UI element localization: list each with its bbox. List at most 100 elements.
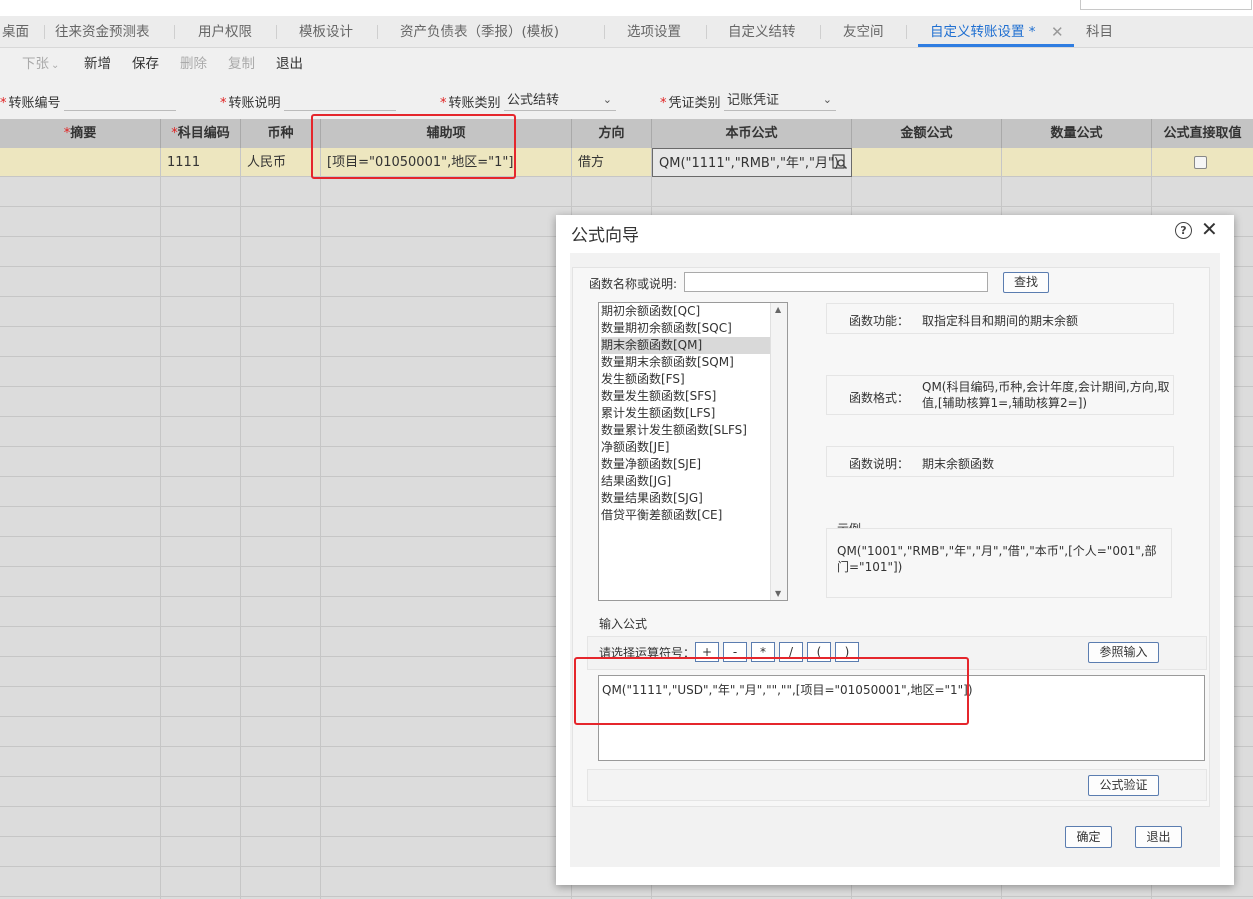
tab-friend-space[interactable]: 友空间 xyxy=(843,16,884,47)
voucher-type-text: 凭证类别 xyxy=(668,96,721,111)
transfer-desc-text: 转账说明 xyxy=(228,96,281,111)
list-item[interactable]: 发生额函数[FS] xyxy=(601,371,771,388)
close-icon[interactable]: ✕ xyxy=(1201,217,1218,241)
transfer-no-input[interactable] xyxy=(64,92,176,111)
ok-button[interactable]: 确定 xyxy=(1065,826,1112,848)
col-summary-label: 摘要 xyxy=(70,126,97,141)
active-tab-indicator xyxy=(918,44,1074,47)
transfer-no-label: * 转账编号 xyxy=(0,92,61,111)
transfer-desc-input[interactable] xyxy=(284,92,396,111)
local-formula-text: QM("1111","RMB","年","月") xyxy=(659,156,840,171)
dialog-exit-button[interactable]: 退出 xyxy=(1135,826,1182,848)
col-account-code-label: 科目编码 xyxy=(177,126,230,141)
dialog-body: 函数名称或说明: 查找 期初余额函数[QC] 数量期初余额函数[SQC] 期末余… xyxy=(570,253,1220,867)
dialog-title: 公式向导 xyxy=(571,226,639,246)
function-list-scrollbar[interactable]: ▲ ▼ xyxy=(770,303,787,600)
required-mark: * xyxy=(440,96,447,111)
voucher-type-select[interactable]: 记账凭证 ⌄ xyxy=(724,92,836,111)
required-mark: * xyxy=(220,96,227,111)
list-item[interactable]: 数量发生额函数[SFS] xyxy=(601,388,771,405)
scroll-down-icon[interactable]: ▼ xyxy=(775,589,781,598)
next-voucher-label: 下张 xyxy=(22,56,49,72)
example-value: QM("1001","RMB","年","月","借","本币",[个人="00… xyxy=(837,544,1157,574)
reference-input-button[interactable]: 参照输入 xyxy=(1088,642,1159,663)
col-direction: 方向 xyxy=(572,119,652,148)
help-icon[interactable]: ? xyxy=(1175,222,1192,239)
scroll-up-icon[interactable]: ▲ xyxy=(775,305,781,314)
transfer-no-text: 转账编号 xyxy=(8,96,61,111)
highlight-box-aux xyxy=(311,114,516,179)
copy-button[interactable]: 复制 xyxy=(228,48,255,80)
find-button[interactable]: 查找 xyxy=(1003,272,1049,293)
transfer-desc-label: * 转账说明 xyxy=(220,92,281,111)
cell-local-formula[interactable]: QM("1111","RMB","年","月") xyxy=(652,148,852,177)
transfer-type-value: 公式结转 xyxy=(507,93,560,108)
add-button[interactable]: 新增 xyxy=(84,48,111,80)
tab-cashflow-forecast[interactable]: 往来资金预测表 xyxy=(55,16,150,47)
table-row[interactable] xyxy=(0,178,1253,207)
tab-separator xyxy=(706,25,707,39)
cell-summary[interactable] xyxy=(0,148,161,177)
highlight-box-formula xyxy=(574,657,969,725)
col-direct-value: 公式直接取值 xyxy=(1163,126,1242,141)
tab-custom-transfer-settings[interactable]: 自定义转账设置 * xyxy=(930,16,1036,47)
top-strip xyxy=(0,0,1253,16)
function-feature-box: 函数功能： 取指定科目和期间的期末余额 xyxy=(826,303,1174,334)
next-voucher-button[interactable]: 下张 ⌄ xyxy=(22,48,59,82)
function-desc-value: 期末余额函数 xyxy=(922,457,995,471)
function-format-value: QM(科目编码,币种,会计年度,会计期间,方向,取值,[辅助核算1=,辅助核算2… xyxy=(922,380,1170,410)
function-list[interactable]: 期初余额函数[QC] 数量期初余额函数[SQC] 期末余额函数[QM] 数量期末… xyxy=(598,302,788,601)
list-item[interactable]: 数量累计发生额函数[SLFS] xyxy=(601,422,771,439)
list-item[interactable]: 数量净额函数[SJE] xyxy=(601,456,771,473)
validate-formula-button[interactable]: 公式验证 xyxy=(1088,775,1159,796)
list-item[interactable]: 累计发生额函数[LFS] xyxy=(601,405,771,422)
cell-qty-formula[interactable] xyxy=(1002,148,1152,177)
list-item[interactable]: 净额函数[JE] xyxy=(601,439,771,456)
tab-custom-carryover[interactable]: 自定义结转 xyxy=(728,16,796,47)
function-desc-label: 函数说明： xyxy=(849,457,910,471)
chevron-down-icon: ⌄ xyxy=(602,93,612,106)
list-item[interactable]: 数量期初余额函数[SQC] xyxy=(601,320,771,337)
tab-template-design[interactable]: 模板设计 xyxy=(299,16,353,47)
table-row[interactable]: 1111 人民币 [项目="01050001",地区="1"] 借方 QM("1… xyxy=(0,148,1253,177)
delete-button[interactable]: 删除 xyxy=(180,48,207,80)
list-item[interactable]: 结果函数[JG] xyxy=(601,473,771,490)
cell-direction[interactable]: 借方 xyxy=(572,148,652,177)
list-item[interactable]: 期初余额函数[QC] xyxy=(601,303,771,320)
tab-bar: 桌面 往来资金预测表 用户权限 模板设计 资产负债表（季报）(模板) 选项设置 … xyxy=(0,16,1253,48)
tab-accounts[interactable]: 科目 xyxy=(1086,16,1113,47)
direct-value-checkbox[interactable] xyxy=(1194,156,1207,169)
exit-button[interactable]: 退出 xyxy=(276,48,303,80)
save-button[interactable]: 保存 xyxy=(132,48,159,80)
list-item[interactable]: 数量期末余额函数[SQM] xyxy=(601,354,771,371)
tab-separator xyxy=(604,25,605,39)
function-search-input[interactable] xyxy=(684,272,988,292)
top-search-box[interactable] xyxy=(1080,0,1252,10)
cell-account-code[interactable]: 1111 xyxy=(161,148,241,177)
col-qty-formula: 数量公式 xyxy=(1002,119,1152,148)
transfer-header-form: * 转账编号 * 转账说明 * 转账类别 公式结转 ⌄ * 凭证类别 记账凭证 ⌄ xyxy=(0,84,1253,118)
tab-desktop[interactable]: 桌面 xyxy=(2,16,29,47)
chevron-down-icon: ⌄ xyxy=(51,60,60,71)
list-item[interactable]: 借贷平衡差额函数[CE] xyxy=(601,507,771,524)
transfer-type-select[interactable]: 公式结转 ⌄ xyxy=(504,92,616,111)
col-account-code: *科目编码 xyxy=(161,119,241,148)
list-item[interactable]: 数量结果函数[SJG] xyxy=(601,490,771,507)
function-format-box: 函数格式： QM(科目编码,币种,会计年度,会计期间,方向,取值,[辅助核算1=… xyxy=(826,375,1174,415)
tab-balance-sheet[interactable]: 资产负债表（季报）(模板) xyxy=(400,16,559,47)
formula-wizard-dialog: 公式向导 ? ✕ 函数名称或说明: 查找 期初余额函数[QC] 数量期初余额函数… xyxy=(556,215,1234,885)
function-format-label: 函数格式： xyxy=(849,391,910,405)
tab-user-permissions[interactable]: 用户权限 xyxy=(198,16,252,47)
tab-separator xyxy=(820,25,821,39)
function-feature-value: 取指定科目和期间的期末余额 xyxy=(922,314,1079,328)
col-amount-formula: 金额公式 xyxy=(852,119,1002,148)
grid-header: *摘要 *科目编码 币种 辅助项 方向 本币公式 金额公式 数量公式 公式直接取… xyxy=(0,119,1253,149)
tab-option-settings[interactable]: 选项设置 xyxy=(627,16,681,47)
cell-currency[interactable]: 人民币 xyxy=(241,148,321,177)
formula-lookup-icon[interactable] xyxy=(832,154,848,170)
cell-amount-formula[interactable] xyxy=(852,148,1002,177)
voucher-type-label: * 凭证类别 xyxy=(660,92,721,111)
col-currency: 币种 xyxy=(241,119,321,148)
tab-separator xyxy=(377,25,378,39)
list-item-selected[interactable]: 期末余额函数[QM] xyxy=(601,337,771,354)
